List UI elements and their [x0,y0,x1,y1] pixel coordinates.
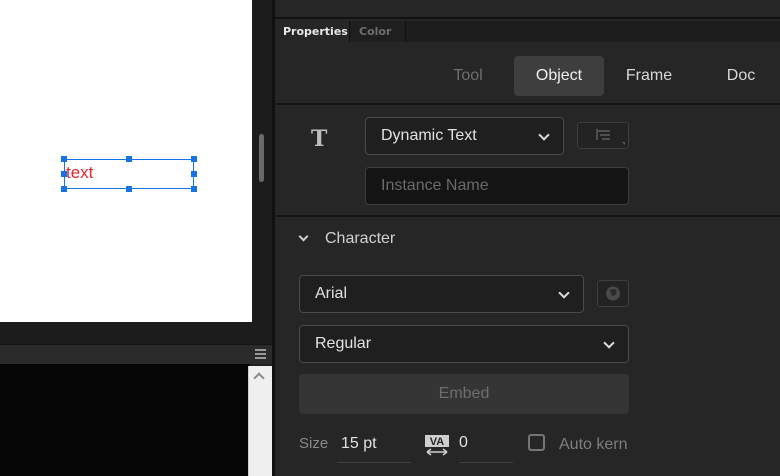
text-type-dropdown[interactable]: Dynamic Text [365,117,564,155]
text-tool-icon: T [311,126,328,152]
selection-handle-mr[interactable] [191,171,197,177]
size-label: Size [299,435,329,452]
panel-tabs: Properties Color [275,21,780,42]
chevron-down-icon [603,337,615,349]
auto-kern-checkbox[interactable] [528,434,545,451]
font-style-value: Regular [315,335,372,352]
text-field-content[interactable]: text [66,163,93,183]
mode-tool-button[interactable]: Tool [435,56,501,96]
mode-object-button[interactable]: Object [514,56,604,96]
embed-button[interactable]: Embed [299,374,629,414]
size-value[interactable]: 15 pt [341,435,377,453]
timeline-scrollbar[interactable] [248,366,272,476]
size-field-underline [337,462,411,463]
mode-doc-button[interactable]: Doc [709,56,773,96]
mode-frame-button[interactable]: Frame [611,56,687,96]
selection-handle-br[interactable] [191,186,197,192]
instance-name-input[interactable]: Instance Name [365,167,629,205]
tab-color[interactable]: Color [351,21,406,42]
chevron-down-icon[interactable] [298,231,309,242]
selection-handle-tr[interactable] [191,156,197,162]
svg-text:VA: VA [430,436,445,448]
character-section-title[interactable]: Character [325,230,395,248]
selection-handle-ml[interactable] [61,171,67,177]
panel-top-strip [275,0,780,19]
tracking-field-underline [459,462,513,463]
chevron-down-icon [558,287,570,299]
selection-handle-tl[interactable] [61,156,67,162]
auto-kern-label[interactable]: Auto kern [559,436,627,454]
text-orientation-icon [596,129,625,145]
section-separator [275,215,780,217]
tracking-value[interactable]: 0 [459,434,468,452]
panel-menu-icon[interactable] [255,349,266,359]
font-family-value: Arial [315,285,348,302]
timeline-header [0,344,272,364]
selection-handle-tc[interactable] [126,156,132,162]
section-separator [275,103,780,105]
text-type-value: Dynamic Text [381,127,477,144]
selection-handle-bc[interactable] [126,186,132,192]
text-field-object[interactable]: text [64,159,194,189]
scroll-up-arrow-icon[interactable] [253,372,265,384]
properties-panel: Properties Color Tool Object Frame Doc T… [275,0,780,476]
globe-icon [606,286,620,301]
stage-canvas[interactable]: text [0,0,252,322]
tracking-icon: VA [425,435,449,456]
stage-scrollbar-thumb[interactable] [259,134,264,182]
font-globe-button[interactable] [597,280,629,307]
font-style-dropdown[interactable]: Regular [299,325,629,363]
font-family-dropdown[interactable]: Arial [299,275,584,313]
selection-handle-bl[interactable] [61,186,67,192]
chevron-down-icon [538,129,550,141]
text-orientation-button[interactable] [577,122,629,149]
tab-properties[interactable]: Properties [275,21,350,42]
timeline-panel[interactable] [0,364,250,476]
